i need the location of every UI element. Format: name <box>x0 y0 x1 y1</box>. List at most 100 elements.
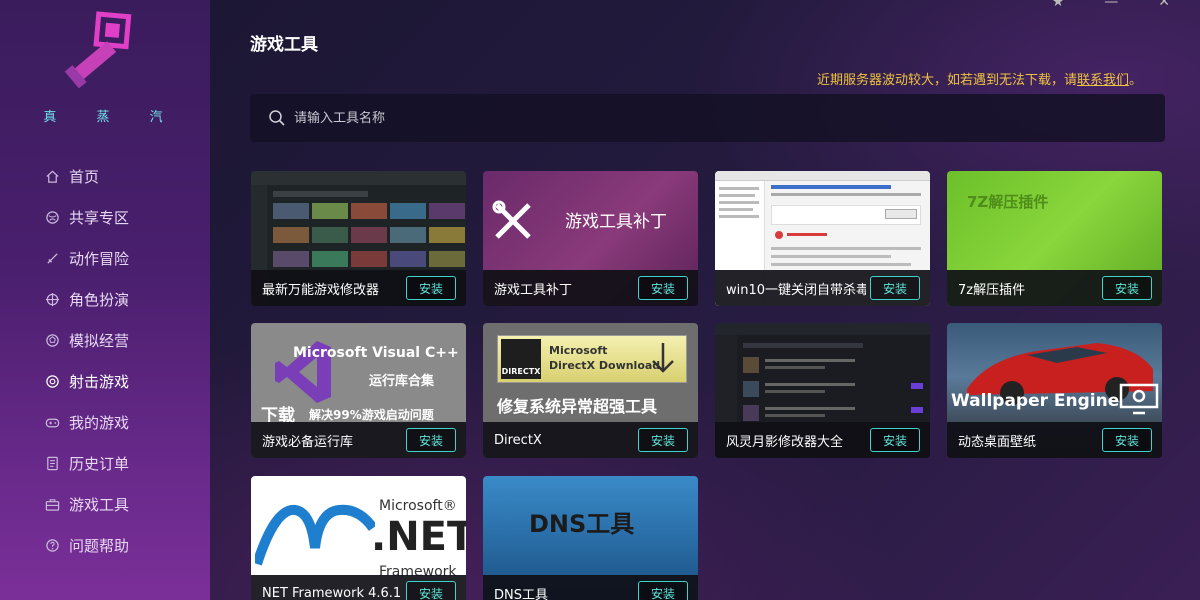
thumbnail-title: DNS工具 <box>529 510 635 538</box>
tool-card[interactable]: Microsoft® .NET Framework NET Framework … <box>251 476 466 600</box>
thumbnail-line4: 解决99%游戏启动问题 <box>309 408 434 422</box>
target-icon <box>44 374 60 390</box>
sidebar-item-label: 角色扮演 <box>69 291 130 309</box>
thumbnail-title: 游戏工具补丁 <box>565 212 667 232</box>
tool-card[interactable]: win10一键关闭自带杀毒 安装 <box>715 171 930 306</box>
tool-card-bar: 游戏工具补丁 安装 <box>483 270 698 306</box>
install-button[interactable]: 安装 <box>406 581 456 600</box>
sidebar-item-label: 我的游戏 <box>69 414 130 432</box>
directx-badge: DIRECTX <box>501 339 541 379</box>
home-icon <box>44 169 60 185</box>
ball-icon <box>44 333 60 349</box>
tool-card-bar: 游戏必备运行库 安装 <box>251 422 466 458</box>
tool-card-bar: DNS工具 安装 <box>483 575 698 600</box>
install-button[interactable]: 安装 <box>406 276 456 300</box>
crosshair-icon <box>44 292 60 308</box>
sidebar-item-label: 问题帮助 <box>69 537 130 555</box>
sidebar-item-simulation[interactable]: 模拟经营 <box>0 320 210 361</box>
sidebar-item-label: 首页 <box>69 168 100 186</box>
thumbnail-line1: Microsoft Visual C++ <box>293 345 459 361</box>
search-input[interactable] <box>294 110 1094 126</box>
sidebar-item-action-adventure[interactable]: 动作冒险 <box>0 238 210 279</box>
badge-label: DIRECTX <box>501 367 541 376</box>
help-icon <box>44 538 60 554</box>
thumbnail-title: 7Z解压插件 <box>967 193 1049 211</box>
tool-name: 动态桌面壁纸 <box>958 434 1037 450</box>
sidebar-item-shooter[interactable]: 射击游戏 <box>0 361 210 402</box>
thumbnail-line2: .NET <box>371 514 466 560</box>
sidebar-item-my-games[interactable]: 我的游戏 <box>0 402 210 443</box>
sidebar-item-label: 模拟经营 <box>69 332 130 350</box>
toolbox-icon <box>44 497 60 513</box>
main-content: ★ — ✕ 游戏工具 近期服务器波动较大，如若遇到无法下载，请联系我们。 请输入… <box>210 0 1200 600</box>
contact-us-link[interactable]: 联系我们 <box>1077 73 1129 88</box>
tool-card-bar: win10一键关闭自带杀毒 安装 <box>715 270 930 306</box>
thumbnail-line2: 运行库合集 <box>369 374 435 389</box>
install-button[interactable]: 安装 <box>1102 428 1152 452</box>
install-button[interactable]: 安装 <box>638 276 688 300</box>
minimize-icon[interactable]: — <box>1104 0 1118 10</box>
install-button[interactable]: 安装 <box>870 276 920 300</box>
tool-name: 最新万能游戏修改器 <box>262 282 380 298</box>
install-button[interactable]: 安装 <box>870 428 920 452</box>
search-icon <box>269 110 285 126</box>
sidebar-item-rpg[interactable]: 角色扮演 <box>0 279 210 320</box>
app-window: 真 蒸 汽 首页 共享专区 动作冒险 角色扮演 模拟经营 射击游戏 我的游戏 历… <box>0 0 1200 600</box>
thumbnail-line3: 修复系统异常超强工具 <box>497 397 658 416</box>
monitor-gear-icon <box>1119 383 1159 415</box>
sidebar-item-home[interactable]: 首页 <box>0 156 210 197</box>
tool-card[interactable]: DNS工具 DNS工具 安装 <box>483 476 698 600</box>
sword-icon <box>44 251 60 267</box>
logo-icon <box>64 11 132 89</box>
gamepad-icon <box>44 415 60 431</box>
tool-card[interactable]: Wallpaper Engine 动态桌面壁纸 安装 <box>947 323 1162 458</box>
sidebar-nav: 首页 共享专区 动作冒险 角色扮演 模拟经营 射击游戏 我的游戏 历史订单 游戏… <box>0 156 210 566</box>
tool-card[interactable]: 风灵月影修改器大全 安装 <box>715 323 930 458</box>
sidebar: 真 蒸 汽 首页 共享专区 动作冒险 角色扮演 模拟经营 射击游戏 我的游戏 历… <box>0 0 210 600</box>
tool-card[interactable]: 最新万能游戏修改器 安装 <box>251 171 466 306</box>
pin-icon[interactable]: ★ <box>1052 0 1065 10</box>
tool-name: DirectX <box>494 432 542 448</box>
install-button[interactable]: 安装 <box>406 428 456 452</box>
tool-card[interactable]: 游戏工具补丁 游戏工具补丁 安装 <box>483 171 698 306</box>
tool-card[interactable]: DIRECTX Microsoft DirectX Download 修复系统异… <box>483 323 698 458</box>
sidebar-item-label: 游戏工具 <box>69 496 130 514</box>
thumbnail-line2: DirectX Download <box>549 359 661 372</box>
sidebar-item-share[interactable]: 共享专区 <box>0 197 210 238</box>
tool-name: 游戏必备运行库 <box>262 434 354 450</box>
tool-card[interactable]: 7Z解压插件 7z解压插件 安装 <box>947 171 1162 306</box>
brand-name: 真 蒸 汽 <box>43 110 181 125</box>
sidebar-item-order-history[interactable]: 历史订单 <box>0 443 210 484</box>
tool-card[interactable]: Microsoft Visual C++ 运行库合集 下载 解决99%游戏启动问… <box>251 323 466 458</box>
tool-card-bar: 最新万能游戏修改器 安装 <box>251 270 466 306</box>
install-button[interactable]: 安装 <box>1102 276 1152 300</box>
sidebar-item-label: 历史订单 <box>69 455 130 473</box>
search-box <box>250 94 1165 142</box>
install-button[interactable]: 安装 <box>638 581 688 600</box>
wrench-screwdriver-icon <box>492 200 531 239</box>
tool-name: 风灵月影修改器大全 <box>726 434 844 450</box>
tool-name: 7z解压插件 <box>958 282 1026 298</box>
close-icon[interactable]: ✕ <box>1158 0 1170 10</box>
document-icon <box>44 456 60 472</box>
tool-name: win10一键关闭自带杀毒 <box>726 282 866 298</box>
sidebar-item-label: 共享专区 <box>69 209 130 227</box>
tool-name: 游戏工具补丁 <box>494 282 573 298</box>
share-icon <box>44 210 60 226</box>
page-title: 游戏工具 <box>250 35 318 55</box>
tool-card-bar: 动态桌面壁纸 安装 <box>947 422 1162 458</box>
notice-text: 近期服务器波动较大，如若遇到无法下载，请 <box>816 73 1077 88</box>
tool-name: NET Framework 4.6.1... <box>262 585 402 600</box>
tool-name: DNS工具 <box>494 587 548 600</box>
tool-card-bar: 7z解压插件 安装 <box>947 270 1162 306</box>
sidebar-item-game-tools[interactable]: 游戏工具 <box>0 484 210 525</box>
sidebar-item-help[interactable]: 问题帮助 <box>0 525 210 566</box>
tool-card-bar: DirectX 安装 <box>483 422 698 458</box>
thumbnail-line1: Microsoft® <box>379 498 457 514</box>
sidebar-item-label: 动作冒险 <box>69 250 130 268</box>
tool-card-bar: 风灵月影修改器大全 安装 <box>715 422 930 458</box>
tool-card-bar: NET Framework 4.6.1... 安装 <box>251 575 466 600</box>
download-arrow-icon <box>652 343 674 373</box>
notice-end: 。 <box>1128 73 1142 88</box>
install-button[interactable]: 安装 <box>638 428 688 452</box>
